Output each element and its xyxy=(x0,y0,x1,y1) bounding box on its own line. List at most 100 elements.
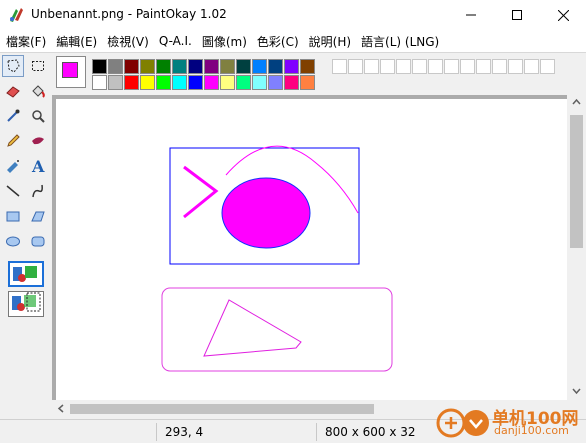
brush-tool[interactable] xyxy=(27,130,49,152)
color-swatch[interactable] xyxy=(188,59,203,74)
cursor-coordinates: 293, 4 xyxy=(165,425,204,439)
rounded-rect-icon xyxy=(31,236,45,247)
eraser-tool[interactable] xyxy=(2,80,24,102)
magenta-ellipse-shape xyxy=(221,177,311,249)
maximize-button[interactable] xyxy=(494,0,540,30)
color-swatch[interactable] xyxy=(156,59,171,74)
maximize-icon xyxy=(512,10,522,20)
image-dimensions: 800 x 600 x 32 xyxy=(325,425,416,439)
custom-color-slot[interactable] xyxy=(428,59,443,74)
curve-tool[interactable] xyxy=(27,180,49,202)
color-swatch[interactable] xyxy=(140,75,155,90)
color-swatch[interactable] xyxy=(108,75,123,90)
custom-color-slot[interactable] xyxy=(332,59,347,74)
color-swatch[interactable] xyxy=(172,75,187,90)
shapes-transparent-icon xyxy=(12,292,41,312)
custom-color-slot[interactable] xyxy=(396,59,411,74)
color-swatch[interactable] xyxy=(124,59,139,74)
pencil-tool[interactable] xyxy=(2,130,24,152)
custom-color-slot[interactable] xyxy=(460,59,475,74)
polygon-icon xyxy=(31,211,45,222)
color-swatch[interactable] xyxy=(268,59,283,74)
toolbox: A xyxy=(0,53,52,419)
canvas-viewport xyxy=(52,95,567,400)
custom-color-slot[interactable] xyxy=(364,59,379,74)
color-swatch[interactable] xyxy=(108,59,123,74)
color-swatch[interactable] xyxy=(300,59,315,74)
foreground-color[interactable] xyxy=(62,62,78,78)
color-swatch[interactable] xyxy=(284,75,299,90)
site-watermark: 单机100网 danji100.com xyxy=(434,402,584,443)
drawing-canvas[interactable] xyxy=(56,99,567,400)
color-swatch[interactable] xyxy=(204,59,219,74)
canvas-drawing xyxy=(161,145,393,372)
paint-bucket-icon xyxy=(32,85,45,98)
color-swatch[interactable] xyxy=(268,75,283,90)
color-swatch[interactable] xyxy=(300,75,315,90)
color-swatch[interactable] xyxy=(220,59,235,74)
color-swatch[interactable] xyxy=(236,75,251,90)
window-title: Unbenannt.png - PaintOkay 1.02 xyxy=(31,7,227,21)
polygon-tool[interactable] xyxy=(27,205,49,227)
color-swatch[interactable] xyxy=(156,75,171,90)
color-swatch[interactable] xyxy=(252,75,267,90)
custom-color-slot[interactable] xyxy=(508,59,523,74)
menu-view[interactable]: 檢視(V) xyxy=(101,33,153,50)
custom-color-slot[interactable] xyxy=(540,59,555,74)
text-tool[interactable]: A xyxy=(27,155,49,177)
color-swatch[interactable] xyxy=(188,75,203,90)
active-colors[interactable] xyxy=(56,56,86,88)
vertical-scrollbar[interactable] xyxy=(567,95,586,400)
menu-colors[interactable]: 色彩(C) xyxy=(251,33,303,50)
close-button[interactable] xyxy=(540,0,586,30)
custom-color-slot[interactable] xyxy=(492,59,507,74)
zoom-tool[interactable] xyxy=(27,105,49,127)
transparency-option-opaque[interactable] xyxy=(8,261,44,287)
rectangle-tool[interactable] xyxy=(2,205,24,227)
color-swatch[interactable] xyxy=(284,59,299,74)
custom-color-slot[interactable] xyxy=(444,59,459,74)
custom-color-slot[interactable] xyxy=(412,59,427,74)
color-swatch[interactable] xyxy=(140,59,155,74)
color-swatch[interactable] xyxy=(172,59,187,74)
color-swatch[interactable] xyxy=(220,75,235,90)
color-swatch[interactable] xyxy=(92,59,107,74)
brush-icon xyxy=(32,137,44,145)
rect-select-tool[interactable] xyxy=(27,55,49,77)
custom-color-slot[interactable] xyxy=(348,59,363,74)
custom-color-slot[interactable] xyxy=(380,59,395,74)
custom-color-slot[interactable] xyxy=(524,59,539,74)
watermark-url: danji100.com xyxy=(494,424,569,437)
color-swatch[interactable] xyxy=(252,59,267,74)
rounded-rectangle-shape xyxy=(161,287,393,372)
minimize-icon xyxy=(466,14,476,16)
menu-edit[interactable]: 編輯(E) xyxy=(50,33,101,50)
rounded-rect-tool[interactable] xyxy=(27,230,49,252)
rect-select-icon xyxy=(32,61,44,71)
eyedropper-icon xyxy=(7,109,20,122)
svg-text:A: A xyxy=(31,158,45,174)
color-swatch[interactable] xyxy=(124,75,139,90)
ellipse-tool[interactable] xyxy=(2,230,24,252)
color-swatch[interactable] xyxy=(204,75,219,90)
airbrush-tool[interactable] xyxy=(2,155,24,177)
color-swatch[interactable] xyxy=(236,59,251,74)
custom-color-slot[interactable] xyxy=(476,59,491,74)
menu-language[interactable]: 語言(L) (LNG) xyxy=(355,33,443,50)
airbrush-icon xyxy=(7,160,19,173)
menu-help[interactable]: 說明(H) xyxy=(303,33,355,50)
menu-image[interactable]: 圖像(m) xyxy=(196,33,251,50)
free-select-tool[interactable] xyxy=(2,55,24,77)
color-palette xyxy=(52,53,586,95)
fill-tool[interactable] xyxy=(27,80,49,102)
color-swatch[interactable] xyxy=(92,75,107,90)
menu-qai[interactable]: Q-A.I. xyxy=(153,34,196,48)
pencil-icon xyxy=(7,134,20,147)
menu-bar: 檔案(F) 編輯(E) 檢視(V) Q-A.I. 圖像(m) 色彩(C) 說明(… xyxy=(0,30,586,52)
transparency-option-transparent[interactable] xyxy=(8,291,44,317)
menu-file[interactable]: 檔案(F) xyxy=(0,33,50,50)
line-tool[interactable] xyxy=(2,180,24,202)
minimize-button[interactable] xyxy=(448,0,494,30)
color-picker-tool[interactable] xyxy=(2,105,24,127)
status-divider xyxy=(316,423,317,441)
